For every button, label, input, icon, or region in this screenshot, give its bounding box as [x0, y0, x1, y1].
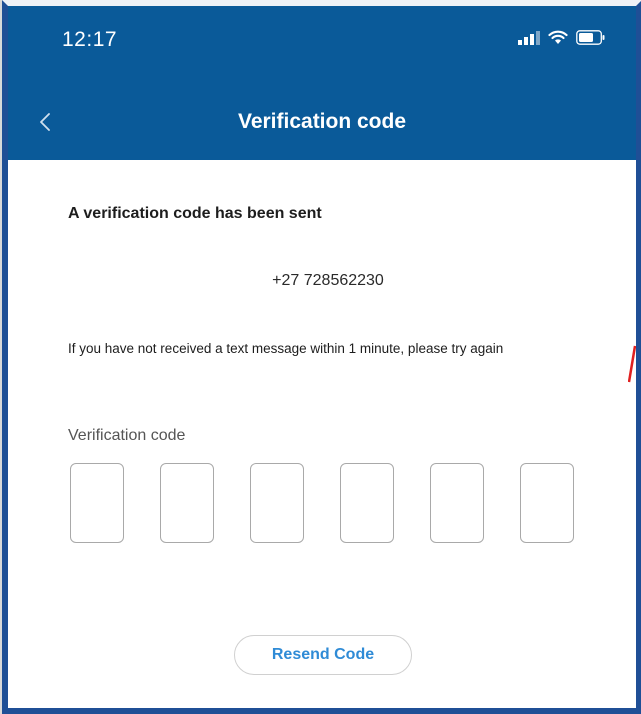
- sent-heading: A verification code has been sent: [68, 205, 322, 222]
- status-icons: [518, 30, 606, 50]
- annotation-arrow-mark: [628, 345, 636, 383]
- phone-screen: 12:17 Verification code A verification c…: [2, 0, 641, 714]
- code-field-label: Verification code: [68, 427, 186, 444]
- retry-instructions: If you have not received a text message …: [68, 341, 504, 356]
- app-header: 12:17 Verification code: [8, 6, 636, 160]
- cellular-signal-icon: [518, 30, 540, 50]
- status-time: 12:17: [62, 28, 118, 51]
- phone-number: +27 728562230: [272, 272, 384, 289]
- resend-code-button[interactable]: Resend Code: [234, 635, 412, 675]
- battery-icon: [576, 30, 606, 50]
- wifi-icon: [548, 30, 568, 50]
- code-digit-input-5[interactable]: [430, 463, 484, 543]
- code-digit-input-4[interactable]: [340, 463, 394, 543]
- code-digit-input-3[interactable]: [250, 463, 304, 543]
- code-input-group: [70, 463, 574, 543]
- code-digit-input-2[interactable]: [160, 463, 214, 543]
- page-title: Verification code: [237, 110, 407, 133]
- code-digit-input-1[interactable]: [70, 463, 124, 543]
- code-digit-input-6[interactable]: [520, 463, 574, 543]
- verification-content: A verification code has been sent +27 72…: [8, 160, 636, 708]
